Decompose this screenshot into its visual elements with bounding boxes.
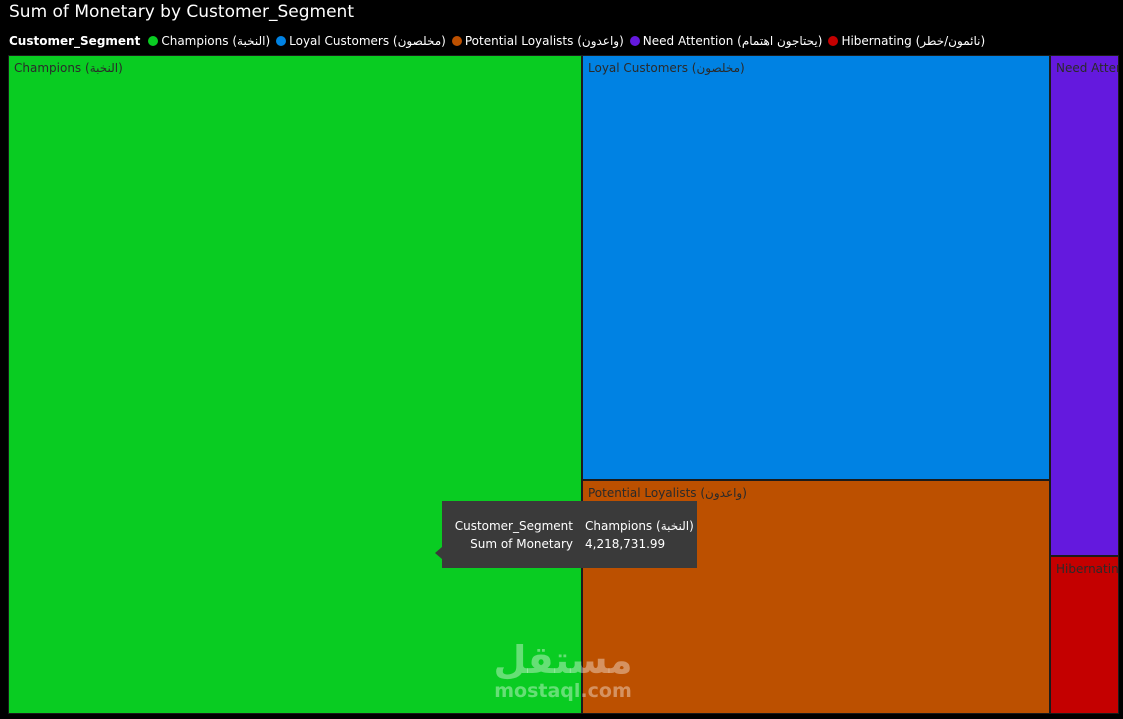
legend-item-potential-loyalists[interactable]: Potential Loyalists (واعدون) [451,34,624,48]
watermark-latin-text: mostaql.com [494,680,632,702]
legend-label: Hibernating (نائمون/خطر) [841,34,986,48]
treemap-visual: Sum of Monetary by Customer_Segment Cust… [0,0,1123,719]
legend-dot-icon [451,36,462,46]
tooltip-metric-key: Sum of Monetary [470,537,573,551]
tooltip-row-metric: Sum of Monetary 4,218,731.99 [442,536,697,552]
tooltip-metric-value: 4,218,731.99 [585,537,666,551]
legend-dot-icon [276,36,287,46]
tile-loyal-customers[interactable]: Loyal Customers (مخلصون) [582,55,1050,480]
mostaql-watermark: مستقل mostaql.com [478,640,648,708]
tile-label: Hibernating (نائمون/خطر) [1056,562,1119,576]
legend-item-need-attention[interactable]: Need Attention (يحتاجون اهتمام) [629,34,823,48]
tile-label: Champions (النخبة) [14,61,123,75]
tooltip-segment-value: Champions (النخبة) [585,519,694,533]
treemap-plot-area: Champions (النخبة) Loyal Customers (مخلصو… [8,55,1119,714]
legend-label: Champions (النخبة) [161,34,271,48]
data-tooltip: Customer_Segment Champions (النخبة) Sum … [435,501,697,568]
legend-dot-icon [148,36,159,46]
tile-hibernating[interactable]: Hibernating (نائمون/خطر) [1050,556,1119,714]
tooltip-row-segment: Customer_Segment Champions (النخبة) [442,518,697,534]
legend-item-hibernating[interactable]: Hibernating (نائمون/خطر) [828,34,985,48]
tile-champions[interactable]: Champions (النخبة) [8,55,582,714]
tile-need-attention[interactable]: Need Attention (يحتاجون اهتمام) [1050,55,1119,556]
legend-item-champions[interactable]: Champions (النخبة) [148,34,270,48]
legend-label: Loyal Customers (مخلصون) [289,34,446,48]
tooltip-segment-key: Customer_Segment [454,519,573,533]
tile-label: Loyal Customers (مخلصون) [588,61,745,75]
legend-dot-icon [629,36,640,46]
legend-label: Need Attention (يحتاجون اهتمام) [642,34,823,48]
legend-item-loyal-customers[interactable]: Loyal Customers (مخلصون) [276,34,446,48]
legend-dot-icon [828,36,839,46]
chart-legend: Customer_Segment Champions (النخبة) Loya… [9,32,991,50]
legend-title: Customer_Segment [9,34,141,48]
legend-label: Potential Loyalists (واعدون) [464,34,624,48]
chart-title: Sum of Monetary by Customer_Segment [9,2,354,22]
tile-label: Potential Loyalists (واعدون) [588,486,747,500]
watermark-arabic-text: مستقل [493,638,633,682]
tile-label: Need Attention (يحتاجون اهتمام) [1056,61,1118,75]
